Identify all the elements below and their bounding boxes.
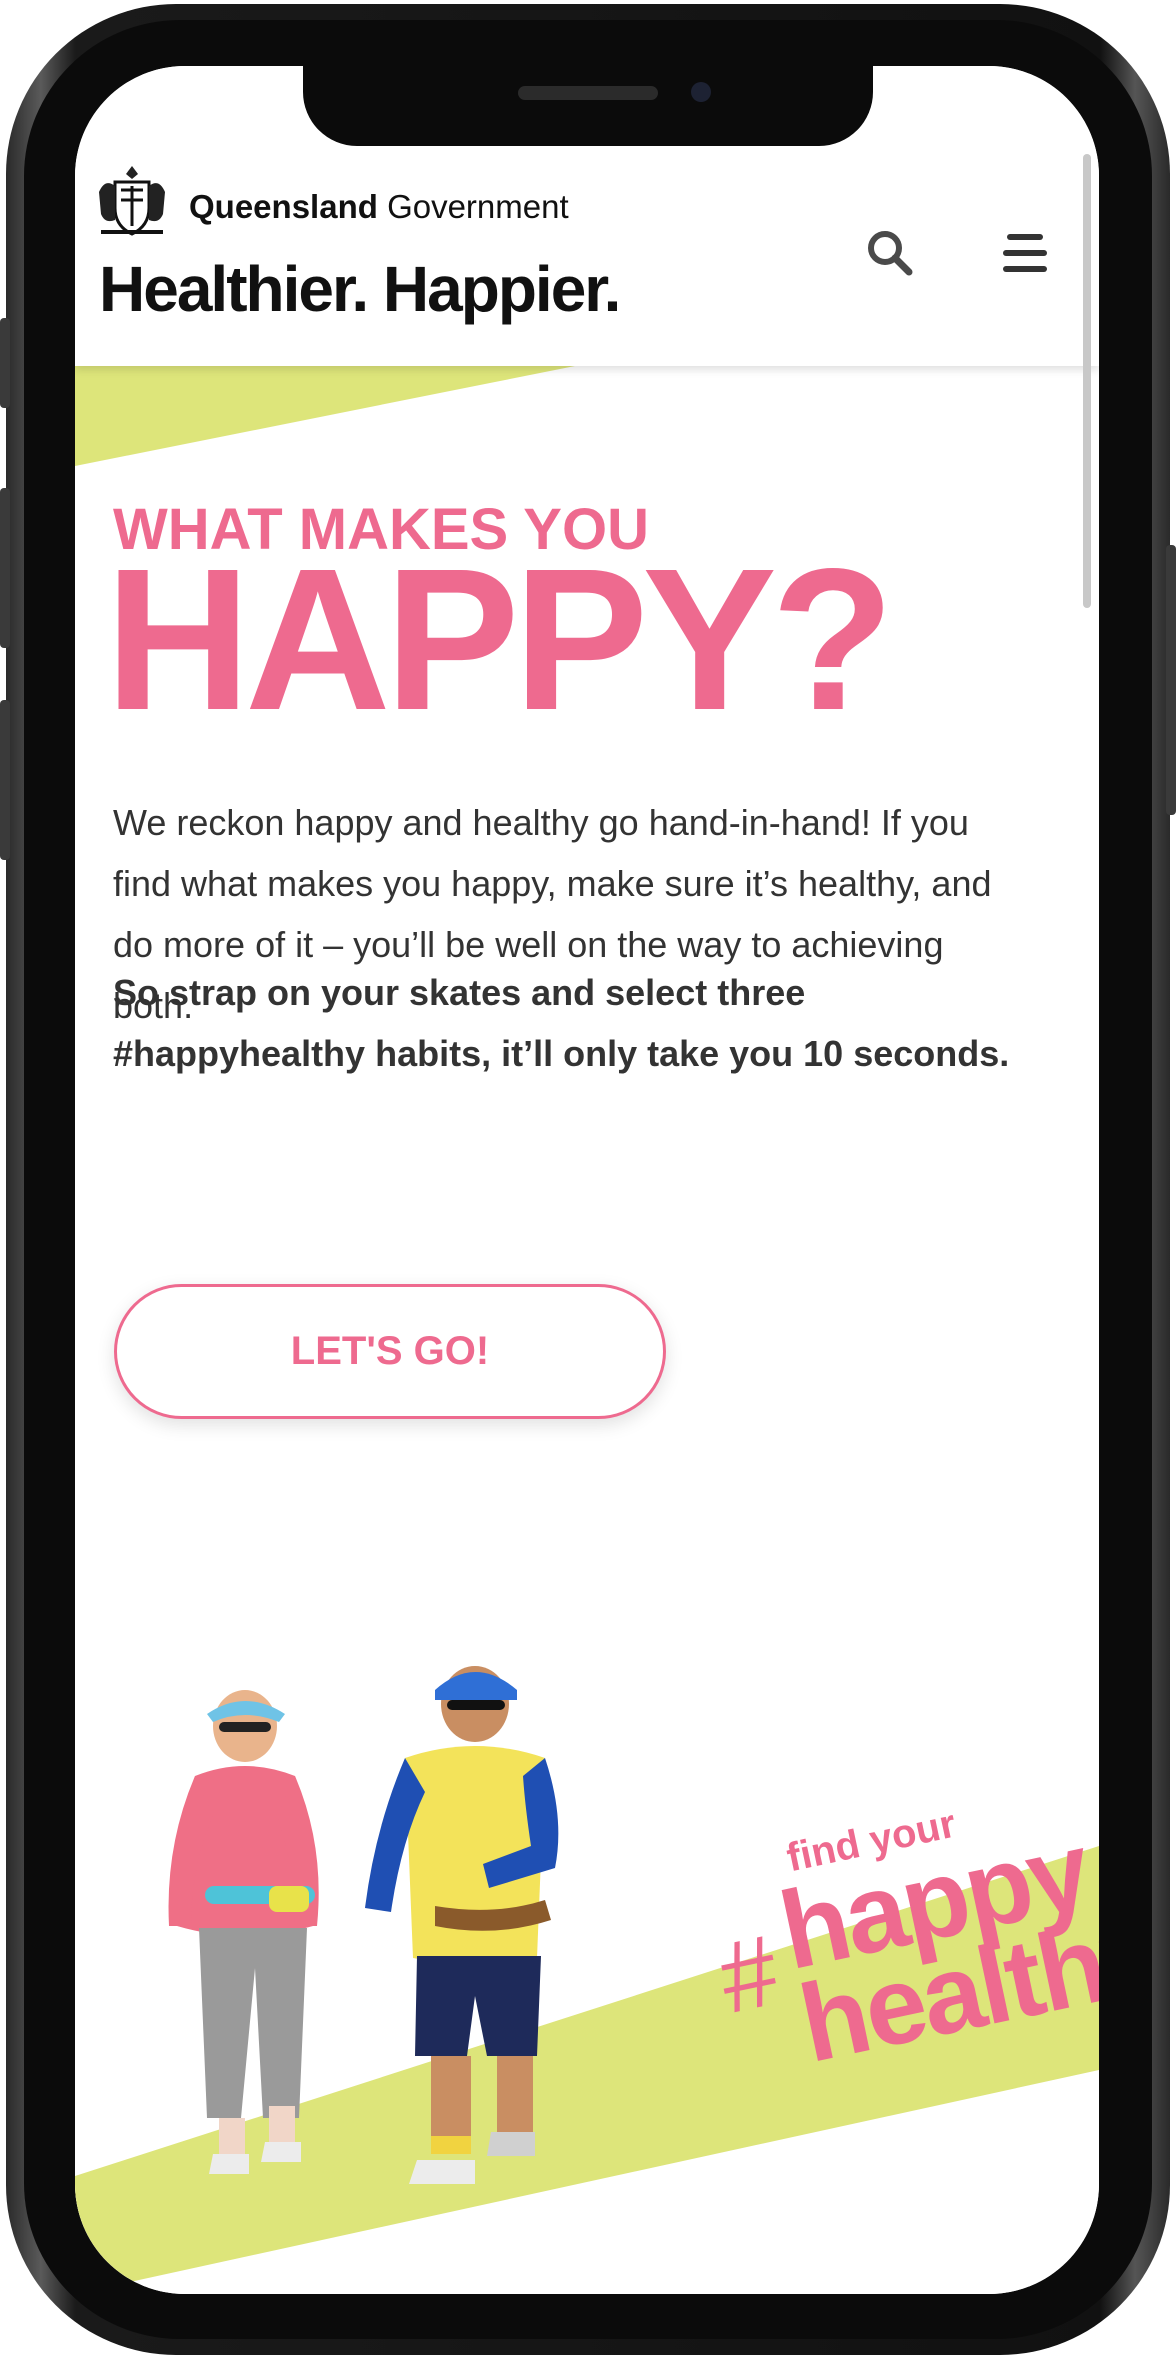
speaker-grille (518, 86, 658, 100)
front-camera (691, 82, 711, 102)
phone-notch (303, 66, 873, 146)
phone-screen: Queensland Government Healthier. Happier… (75, 66, 1099, 2294)
government-name-bold: Queensland (189, 188, 378, 225)
phone-volume-down-button (0, 700, 10, 860)
hamburger-menu-icon (1003, 234, 1047, 272)
government-name: Queensland Government (189, 188, 569, 226)
phone-power-button (1166, 545, 1176, 815)
phone-volume-up-button (0, 488, 10, 648)
menu-button[interactable] (999, 230, 1051, 276)
lets-go-button[interactable]: LET'S GO! (114, 1284, 666, 1419)
site-title[interactable]: Healthier. Happier. (99, 252, 621, 326)
walking-couple-image (168, 1666, 559, 2184)
hero-headline: HAPPY? (105, 526, 894, 752)
top-lime-band (75, 366, 575, 466)
hero-cta-text: So strap on your skates and select three… (113, 972, 1010, 1074)
queensland-crest-logo[interactable] (93, 162, 171, 240)
hero-section: WHAT MAKES YOU HAPPY? We reckon happy an… (75, 366, 1099, 2294)
search-button[interactable] (863, 226, 917, 280)
phone-side-button (0, 318, 10, 408)
government-name-rest: Government (387, 188, 569, 225)
search-icon (868, 231, 913, 276)
page-scrollbar[interactable] (1083, 154, 1091, 608)
